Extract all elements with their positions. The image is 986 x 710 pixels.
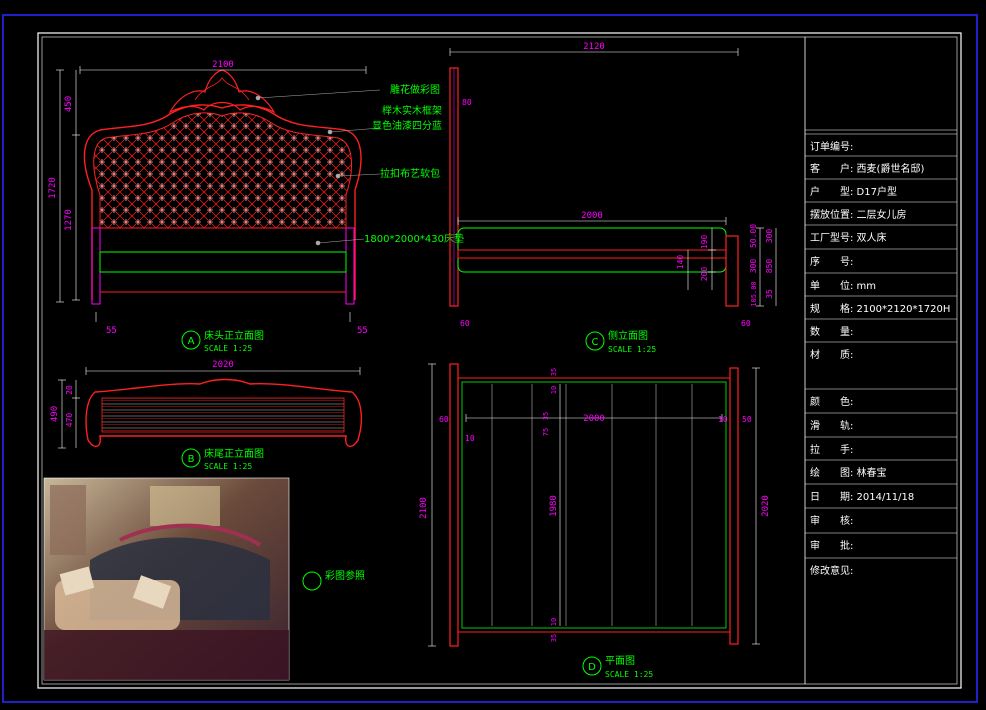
dim-plan-inner: 2000	[583, 414, 605, 424]
view-b-title: 床尾正立面图	[204, 447, 264, 460]
title-block-row: 绘 图: 林春宝	[810, 466, 887, 479]
view-c-scale: SCALE 1:25	[608, 345, 656, 354]
dim-plan-rightpost: 50	[742, 415, 752, 424]
dim-footboard-top: 20	[65, 385, 74, 395]
photo-label: 彩图参照	[325, 569, 365, 582]
title-block: 订单编号: 客 户: 西麦(爵世名邸) 户 型: D17户型摆放位置: 二层女儿房工…	[804, 37, 957, 684]
title-block-row: 订单编号:	[810, 140, 853, 153]
title-block-row: 数 量:	[810, 325, 853, 338]
dim-footboard-panel: 470	[65, 413, 74, 428]
drawing-sheet: 2100 450 1720 1270 55 55 雕花做彩图 榉木实木框架 显色…	[2, 14, 978, 703]
dim-plan-s2: 10	[550, 386, 558, 394]
dim-side-head: 80	[462, 98, 472, 107]
plan-headboard	[449, 363, 459, 647]
view-b-marker: B	[188, 454, 195, 465]
title-block-row: 修改意见:	[810, 564, 853, 577]
title-block-row: 颜 色:	[810, 395, 853, 408]
dim-plan-side: 2020	[761, 495, 771, 517]
side-rail	[457, 249, 727, 259]
view-d-marker: D	[588, 662, 596, 673]
view-c-marker: C	[592, 337, 599, 348]
title-block-row: 滑 轨:	[810, 419, 853, 432]
title-block-row: 规 格: 2100*2120*1720H	[810, 302, 950, 315]
title-block-row: 客 户: 西麦(爵世名邸)	[810, 162, 924, 175]
dim-panel-height: 1270	[64, 209, 74, 231]
dim-post-left: 55	[106, 326, 117, 336]
dim-side-r7: 105.00	[750, 281, 758, 306]
callout-frame: 榉木实木框架	[382, 104, 442, 117]
dim-width: 2100	[212, 60, 234, 70]
left-post	[91, 227, 101, 305]
dim-plan-s3: 35	[542, 412, 550, 420]
dim-footboard-total: 490	[50, 406, 60, 422]
callout-carving: 雕花做彩图	[390, 83, 440, 96]
dim-side-r1: 190	[700, 235, 709, 250]
dim-side-total: 2120	[583, 42, 605, 52]
callout-mattress: 1800*2000*430床垫	[364, 232, 464, 245]
dim-plan-s6: 10	[550, 618, 558, 626]
dim-plan-s5: 35	[550, 634, 558, 642]
dim-plan-leftpost: 60	[439, 415, 449, 424]
mattress-front	[99, 251, 347, 273]
title-block-row: 摆放位置: 二层女儿房	[810, 208, 907, 221]
dim-plan-gap-right: 10	[718, 415, 728, 424]
title-block-row: 工厂型号: 双人床	[810, 231, 887, 244]
title-block-row: 序 号:	[810, 255, 853, 268]
dim-plan-s1: 35	[550, 368, 558, 376]
dim-side-length: 2000	[581, 211, 603, 221]
dim-side-r5: 300	[749, 259, 758, 274]
view-b-scale: SCALE 1:25	[204, 462, 252, 471]
callout-upholstery: 拉扣布艺软包	[380, 167, 440, 180]
dim-plan-gap-left: 10	[465, 434, 475, 443]
callout-paint: 显色油漆四分蓝	[372, 119, 442, 132]
footboard-side	[725, 235, 739, 307]
title-block-row: 户 型: D17户型	[810, 185, 897, 198]
view-c-side-elevation: 2120 2000 80 60 60 190 140 200 50.00 300…	[449, 42, 777, 354]
view-a-headboard-front: 2100 450 1720 1270 55 55 雕花做彩图 榉木实木框架 显色…	[48, 60, 464, 353]
view-a-title: 床头正立面图	[204, 329, 264, 342]
title-block-row: 拉 手:	[810, 443, 853, 456]
dim-side-r6: 850	[765, 259, 774, 274]
view-d-plan: 2100 2000 60 50 10 10 1980 2020 35 10 35…	[419, 363, 771, 679]
dim-side-headpost: 60	[460, 319, 470, 328]
dim-side-r4: 50.00	[749, 224, 758, 248]
view-a-scale: SCALE 1:25	[204, 344, 252, 353]
title-block-row: 审 批:	[810, 539, 853, 552]
dim-post-right: 55	[357, 326, 368, 336]
dim-plan-s4: 75	[542, 428, 550, 436]
dim-side-footpost: 60	[741, 319, 751, 328]
view-d-title: 平面图	[605, 655, 635, 667]
dim-side-r3: 200	[700, 267, 709, 282]
dim-plan-total: 2100	[419, 497, 429, 519]
photo-reference: 彩图参照	[43, 477, 365, 681]
view-c-title: 侧立面图	[608, 329, 648, 342]
dim-side-r9: 35	[765, 289, 774, 299]
dim-total-height: 1720	[48, 177, 58, 199]
title-block-row: 材 质:	[810, 348, 853, 361]
right-post	[345, 227, 355, 305]
dim-side-r8: 300	[765, 229, 774, 244]
view-d-scale: SCALE 1:25	[605, 670, 653, 679]
dim-crown: 450	[64, 96, 74, 112]
title-block-row: 日 期: 2014/11/18	[810, 491, 914, 503]
plan-footboard	[729, 367, 739, 645]
view-a-marker: A	[188, 336, 195, 347]
dim-footboard-width: 2020	[212, 360, 234, 370]
title-block-row: 审 核:	[810, 514, 853, 527]
photo-marker	[302, 571, 322, 591]
dim-plan-slat: 1980	[549, 495, 559, 517]
title-block-row: 单 位: mm	[810, 279, 876, 292]
crown-carving	[168, 69, 276, 114]
view-b-footboard-front: 2020 490 20 470 B 床尾正立面图 SCALE 1:25	[50, 360, 363, 471]
dim-side-r2: 140	[676, 255, 685, 270]
